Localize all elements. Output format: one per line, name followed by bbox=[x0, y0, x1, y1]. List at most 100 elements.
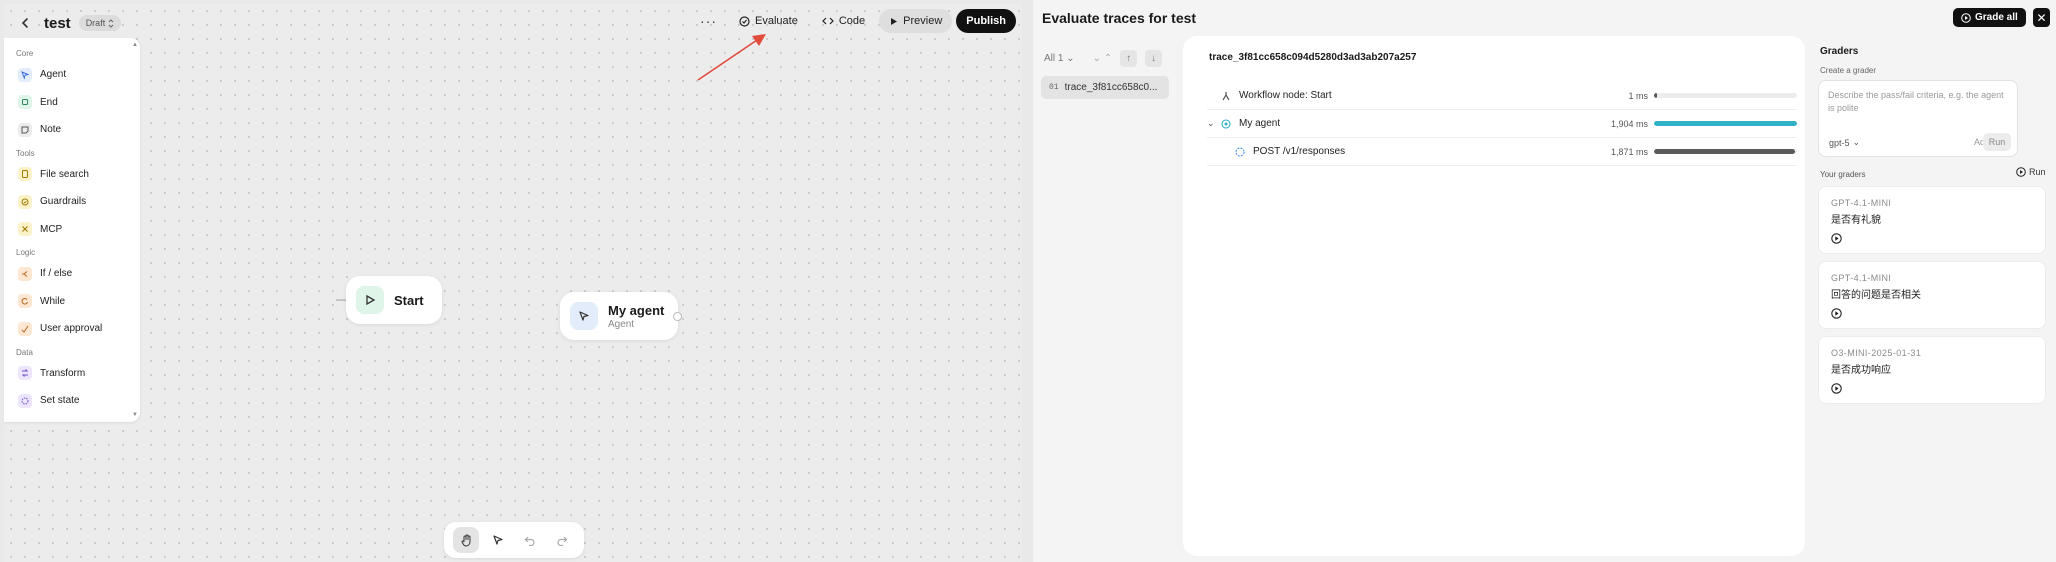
pointer-icon bbox=[493, 535, 503, 545]
trace-filter-label: All 1 bbox=[1044, 53, 1064, 64]
palette-item-while[interactable]: While bbox=[12, 288, 132, 316]
redo-button[interactable] bbox=[549, 527, 575, 553]
palette-item-file-search[interactable]: File search bbox=[12, 161, 132, 189]
run-grader-button[interactable]: Run bbox=[1983, 133, 2011, 151]
palette-item-mcp[interactable]: MCP bbox=[12, 216, 132, 244]
trace-index: 01 bbox=[1049, 83, 1059, 92]
evaluate-panel: Evaluate traces for test Grade all ✕ All… bbox=[1033, 0, 2056, 562]
palette-item-if-else[interactable]: If / else bbox=[12, 260, 132, 288]
trace-filter-dropdown[interactable]: All 1 ⌄ bbox=[1044, 53, 1075, 64]
undo-button[interactable] bbox=[517, 527, 543, 553]
select-tool-button[interactable] bbox=[485, 527, 511, 553]
trace-list-item[interactable]: 01 trace_3f81cc658c0... bbox=[1041, 76, 1169, 99]
span-row[interactable]: ⌄ My agent 1,904 ms bbox=[1207, 110, 1797, 138]
annotation-arrow bbox=[697, 34, 766, 81]
grader-name: 是否有礼貌 bbox=[1831, 215, 1881, 226]
create-grader-label: Create a grader bbox=[1820, 66, 1877, 75]
start-node[interactable]: Start bbox=[346, 276, 442, 324]
grader-card[interactable]: O3-MINI-2025-01-31 是否成功响应 bbox=[1818, 336, 2046, 404]
editor-header: test Draft bbox=[14, 10, 122, 36]
play-icon bbox=[891, 17, 898, 25]
play-circle-icon[interactable] bbox=[1831, 231, 1842, 249]
palette-section-tools: Tools bbox=[16, 148, 35, 158]
span-name: My agent bbox=[1239, 118, 1281, 129]
grade-all-button[interactable]: Grade all bbox=[1953, 8, 2026, 27]
model-dropdown[interactable]: gpt-5 ⌄ bbox=[1829, 137, 1860, 148]
scroll-up-icon[interactable]: ▲ bbox=[132, 42, 138, 48]
span-bar-fill bbox=[1654, 93, 1657, 98]
preview-label: Preview bbox=[903, 15, 943, 27]
span-row[interactable]: POST /v1/responses 1,871 ms bbox=[1207, 138, 1797, 166]
code-button[interactable]: Code bbox=[812, 9, 875, 33]
pan-tool-button[interactable] bbox=[453, 527, 479, 553]
agent-node[interactable]: My agent Agent bbox=[560, 292, 682, 340]
palette-item-user-approval[interactable]: User approval bbox=[12, 315, 132, 343]
your-graders-label: Your graders bbox=[1820, 170, 1866, 179]
code-icon bbox=[821, 17, 834, 25]
palette-item-label: Guardrails bbox=[40, 196, 87, 208]
palette-item-label: Agent bbox=[40, 69, 67, 81]
palette-item-label: Set state bbox=[40, 395, 80, 407]
palette-item-label: Note bbox=[40, 124, 62, 136]
end-icon bbox=[18, 95, 32, 110]
grader-card[interactable]: GPT-4.1-MINI 回答的问题是否相关 bbox=[1818, 261, 2046, 329]
workflow-node-icon bbox=[1219, 91, 1233, 101]
close-button[interactable]: ✕ bbox=[2033, 8, 2050, 27]
play-circle-icon[interactable] bbox=[1831, 306, 1842, 324]
palette-item-agent[interactable]: Agent bbox=[12, 61, 132, 89]
span-duration: 1 ms bbox=[1628, 90, 1648, 101]
palette-section-logic: Logic bbox=[16, 248, 36, 257]
palette-section-core: Core bbox=[16, 49, 34, 58]
workflow-title[interactable]: test bbox=[44, 15, 71, 32]
output-port[interactable] bbox=[673, 311, 682, 321]
palette-item-transform[interactable]: Transform bbox=[12, 360, 132, 388]
grader-name: 是否成功响应 bbox=[1831, 365, 1891, 376]
palette-item-label: MCP bbox=[40, 223, 63, 235]
grader-card[interactable]: GPT-4.1-MINI 是否有礼貌 bbox=[1818, 186, 2046, 254]
agent-span-icon bbox=[1219, 118, 1233, 129]
run-all-label: Run bbox=[2029, 167, 2046, 177]
grader-criteria-field[interactable]: Describe the pass/fail criteria, e.g. th… bbox=[1828, 89, 2008, 115]
arrow-down-button[interactable]: ↓ bbox=[1145, 50, 1163, 67]
arrow-down-icon: ↓ bbox=[1151, 53, 1157, 64]
trace-list-label: trace_3f81cc658c0... bbox=[1064, 82, 1158, 93]
span-bar-fill bbox=[1654, 149, 1795, 154]
publish-button[interactable]: Publish bbox=[956, 9, 1016, 33]
run-all-graders-button[interactable]: Run bbox=[2016, 167, 2046, 177]
palette-item-guardrails[interactable]: Guardrails bbox=[12, 188, 132, 216]
grader-input[interactable]: Describe the pass/fail criteria, e.g. th… bbox=[1818, 80, 2018, 157]
start-node-title: Start bbox=[394, 292, 424, 308]
preview-button[interactable]: Preview bbox=[879, 9, 953, 33]
prev-next-icon[interactable]: ⌄ ⌃ bbox=[1093, 53, 1113, 64]
graders-title: Graders bbox=[1820, 46, 1859, 57]
status-dropdown[interactable]: Draft bbox=[78, 15, 122, 31]
trace-detail: trace_3f81cc658c094d5280d3ad3ab207a257 W… bbox=[1183, 36, 1805, 556]
arrow-up-button[interactable]: ↑ bbox=[1120, 50, 1138, 67]
span-timeline-bar bbox=[1654, 93, 1797, 98]
mcp-icon bbox=[18, 222, 32, 237]
palette-item-end[interactable]: End bbox=[12, 89, 132, 117]
note-icon bbox=[18, 122, 32, 137]
palette-item-note[interactable]: Note bbox=[12, 116, 132, 144]
transform-icon bbox=[18, 366, 32, 381]
palette-item-set-state[interactable]: Set state bbox=[12, 387, 132, 415]
grader-name: 回答的问题是否相关 bbox=[1831, 290, 1921, 301]
palette-item-label: Transform bbox=[40, 367, 86, 379]
trace-filters: All 1 ⌄ ⌄ ⌃ ↑ ↓ bbox=[1044, 50, 1163, 67]
play-circle-icon[interactable] bbox=[1831, 381, 1842, 399]
evaluate-icon bbox=[739, 15, 750, 27]
start-icon bbox=[356, 286, 384, 314]
back-button[interactable] bbox=[14, 12, 36, 34]
workflow-canvas[interactable]: test Draft ··· Evaluate Code Preview Pub… bbox=[4, 4, 1022, 562]
scroll-down-icon[interactable]: ▼ bbox=[132, 412, 138, 418]
canvas-tools bbox=[444, 522, 584, 558]
chevron-down-icon[interactable]: ⌄ bbox=[1207, 118, 1219, 129]
span-row[interactable]: Workflow node: Start 1 ms bbox=[1207, 82, 1797, 110]
palette-section-data: Data bbox=[16, 347, 33, 357]
palette-item-label: File search bbox=[40, 168, 89, 180]
updown-icon bbox=[108, 18, 114, 28]
play-circle-icon bbox=[2016, 167, 2026, 177]
evaluate-panel-title: Evaluate traces for test bbox=[1042, 10, 1197, 26]
approval-icon bbox=[18, 321, 32, 336]
trace-id: trace_3f81cc658c094d5280d3ad3ab207a257 bbox=[1209, 52, 1417, 63]
